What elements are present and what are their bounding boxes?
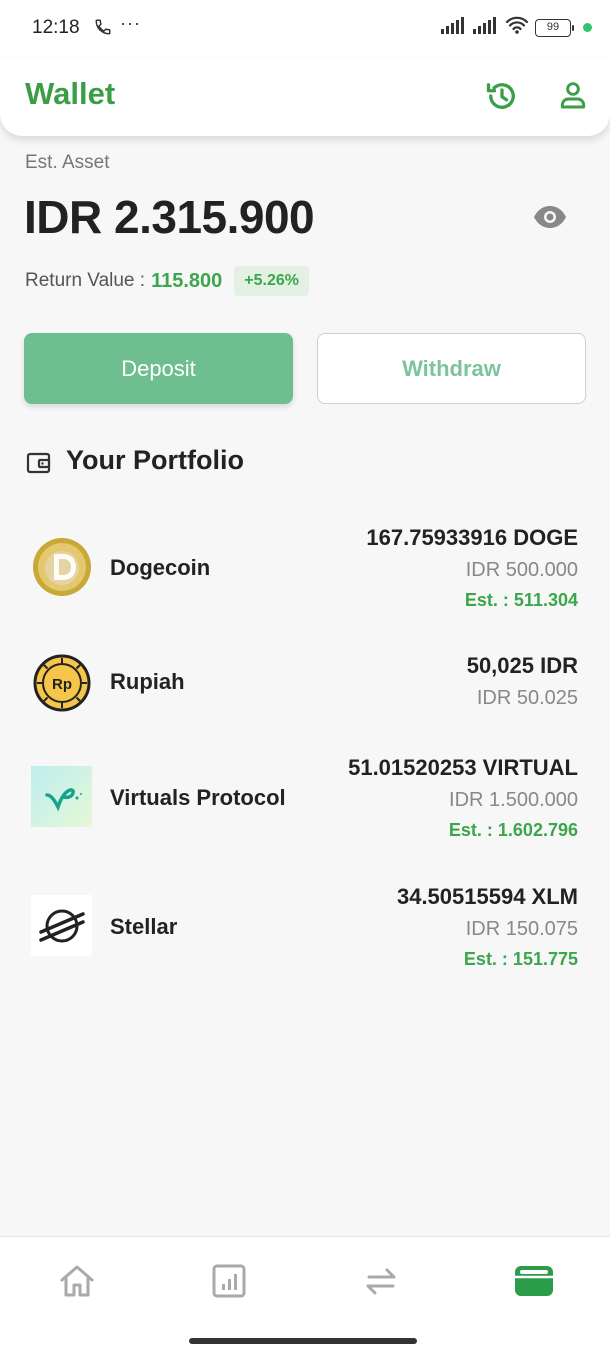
return-label: Return Value : — [25, 270, 146, 291]
signal-icon — [441, 16, 467, 39]
deposit-button[interactable]: Deposit — [24, 333, 293, 404]
battery-icon: 99 — [535, 18, 574, 37]
return-percent-badge: +5.26% — [234, 266, 309, 296]
indicator-dot — [583, 23, 592, 32]
phone-icon — [94, 18, 112, 41]
return-row: Return Value : 115.800 +5.26% — [25, 266, 309, 296]
asset-name: Dogecoin — [110, 555, 211, 580]
nav-market[interactable] — [209, 1263, 249, 1303]
portfolio-item-stellar[interactable]: Stellar 34.50515594 XLM IDR 150.075 Est.… — [0, 879, 610, 979]
portfolio-title: Your Portfolio — [66, 445, 244, 475]
home-icon — [59, 1264, 95, 1303]
asset-amount: 167.75933916 DOGE — [366, 525, 578, 550]
asset-amount: 51.01520253 VIRTUAL — [348, 755, 578, 780]
portfolio-item-dogecoin[interactable]: Dogecoin 167.75933916 DOGE IDR 500.000 E… — [0, 520, 610, 620]
wallet-outline-icon — [26, 451, 52, 480]
chart-icon — [212, 1264, 246, 1303]
est-asset-label: Est. Asset — [25, 152, 110, 173]
eye-icon[interactable] — [532, 204, 568, 235]
signal-icon-2 — [473, 16, 499, 39]
nav-home[interactable] — [57, 1263, 97, 1303]
rupiah-logo: Rp — [31, 652, 92, 713]
asset-est-value: Est. : 1.602.796 — [448, 820, 578, 840]
home-indicator[interactable] — [189, 1338, 417, 1344]
asset-amount: 34.50515594 XLM — [396, 884, 578, 909]
page-title: Wallet — [25, 76, 116, 111]
status-bar: 12:18 ··· 99 — [0, 0, 610, 58]
asset-idr-value: IDR 50.025 — [476, 687, 578, 709]
portfolio-item-virtuals-protocol[interactable]: Virtuals Protocol 51.01520253 VIRTUAL ID… — [0, 750, 610, 850]
asset-name: Rupiah — [110, 669, 185, 694]
asset-idr-value: IDR 150.075 — [465, 918, 578, 940]
stellar-logo — [31, 895, 92, 956]
asset-idr-value: IDR 1.500.000 — [449, 789, 578, 811]
more-notifications-icon: ··· — [120, 13, 141, 33]
asset-name: Virtuals Protocol — [110, 785, 286, 810]
asset-est-value: Est. : 151.775 — [463, 949, 578, 969]
app-header: Wallet — [0, 58, 610, 136]
wifi-icon — [505, 16, 529, 39]
virtuals-protocol-logo — [31, 766, 92, 827]
return-value: 115.800 — [151, 269, 223, 292]
nav-trade[interactable] — [361, 1263, 401, 1303]
wallet-icon — [514, 1265, 554, 1302]
asset-idr-value: IDR 500.000 — [465, 559, 578, 581]
asset-name: Stellar — [110, 914, 178, 939]
history-icon[interactable] — [484, 78, 520, 119]
asset-amount: 50,025 IDR — [466, 653, 578, 678]
total-balance: IDR 2.315.900 — [24, 191, 315, 243]
nav-wallet[interactable] — [514, 1263, 554, 1303]
swap-icon — [363, 1266, 399, 1301]
portfolio-item-rupiah[interactable]: Rp Rupiah 50,025 IDR IDR 50.025 — [0, 648, 610, 720]
dogecoin-logo — [31, 536, 92, 597]
svg-text:Rp: Rp — [52, 676, 72, 693]
status-time: 12:18 — [32, 17, 80, 38]
withdraw-button[interactable]: Withdraw — [317, 333, 586, 404]
user-icon[interactable] — [557, 79, 589, 116]
asset-est-value: Est. : 511.304 — [464, 590, 578, 610]
